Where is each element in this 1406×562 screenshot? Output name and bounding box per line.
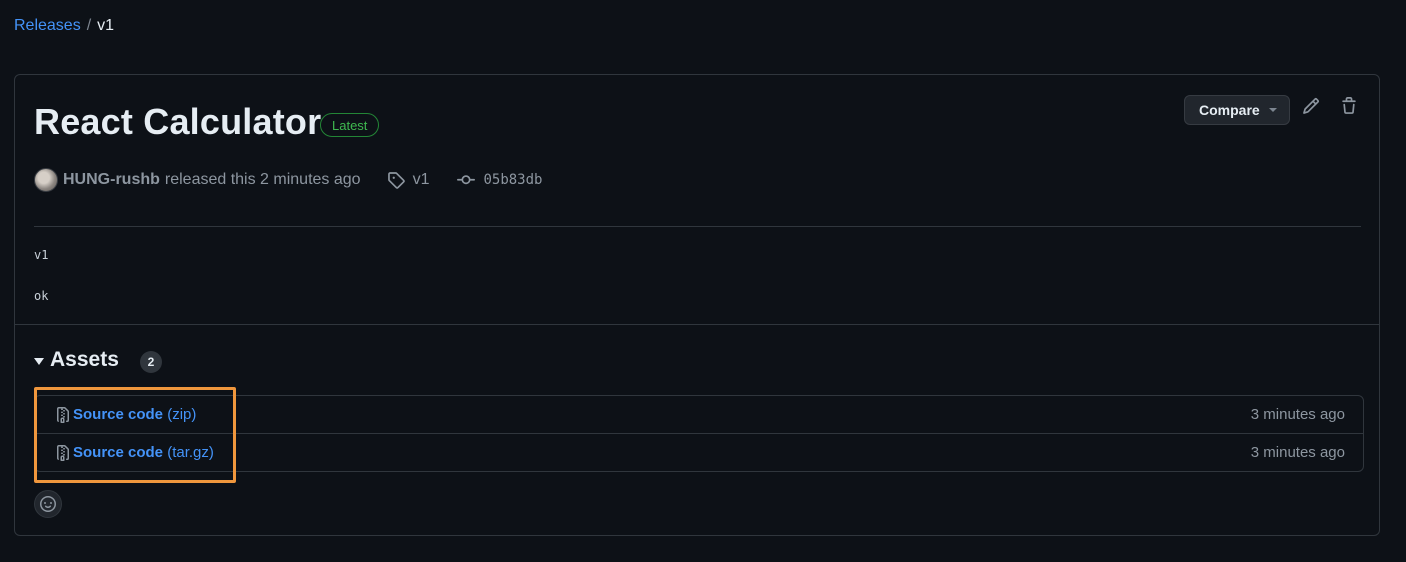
released-text: released this 2 minutes ago [164, 171, 361, 188]
breadcrumb-releases-link[interactable]: Releases [14, 17, 81, 35]
release-body-line: ok [34, 289, 49, 303]
assets-toggle[interactable]: Assets [34, 348, 119, 372]
asset-timestamp: 3 minutes ago [1250, 406, 1345, 423]
asset-download-link[interactable]: Source code (zip) [73, 406, 196, 423]
latest-badge: Latest [320, 113, 380, 137]
list-item: Source code (zip) 3 minutes ago [35, 396, 1363, 433]
divider [34, 226, 1361, 227]
assets-list: Source code (zip) 3 minutes ago Source c… [34, 395, 1364, 472]
commit-link[interactable]: 05b83db [457, 171, 542, 189]
breadcrumb-current: v1 [97, 17, 115, 34]
release-card: React Calculator Latest Compare HUNG-rus… [14, 74, 1380, 536]
trash-icon [1342, 97, 1356, 114]
triangle-down-icon [34, 357, 44, 365]
chevron-down-icon [1269, 108, 1277, 112]
asset-timestamp: 3 minutes ago [1250, 444, 1345, 461]
tag-icon [387, 172, 405, 189]
asset-name: Source code [73, 406, 164, 423]
breadcrumb-separator: / [86, 17, 92, 34]
tag-label: v1 [412, 171, 430, 188]
asset-name: Source code [73, 444, 164, 461]
commit-sha: 05b83db [483, 172, 543, 188]
release-body-line: v1 [34, 248, 49, 262]
git-commit-icon [457, 175, 476, 185]
smiley-icon [40, 496, 56, 512]
tag-link[interactable]: v1 [387, 171, 430, 189]
avatar[interactable] [34, 168, 58, 192]
breadcrumb: Releases / v1 [14, 17, 114, 35]
release-title: React Calculator [34, 101, 322, 142]
compare-button[interactable]: Compare [1184, 95, 1290, 125]
asset-ext: (tar.gz) [167, 444, 214, 461]
divider [15, 324, 1379, 325]
assets-count-badge: 2 [140, 351, 162, 373]
asset-ext: (zip) [167, 406, 197, 423]
list-item: Source code (tar.gz) 3 minutes ago [35, 433, 1363, 471]
assets-heading: Assets [50, 348, 119, 371]
release-meta: HUNG-rushb released this 2 minutes ago v… [34, 168, 542, 192]
add-reaction-button[interactable] [34, 490, 62, 518]
asset-download-link[interactable]: Source code (tar.gz) [73, 444, 214, 461]
file-zip-icon [57, 406, 69, 423]
edit-button[interactable] [1302, 97, 1324, 119]
file-zip-icon [57, 444, 69, 461]
pencil-icon [1303, 98, 1319, 114]
compare-label: Compare [1199, 102, 1260, 118]
delete-button[interactable] [1340, 97, 1362, 119]
author-link[interactable]: HUNG-rushb [63, 171, 160, 189]
